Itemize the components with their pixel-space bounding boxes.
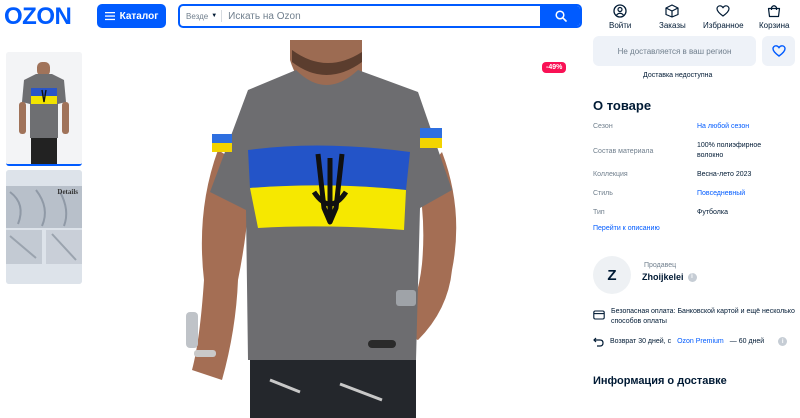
discount-badge: -49% xyxy=(542,62,567,73)
ozon-logo[interactable]: OZON xyxy=(4,3,72,31)
search-input[interactable] xyxy=(228,10,540,22)
spec-value: Футболка xyxy=(697,209,728,216)
thumbnail-2[interactable]: Details xyxy=(6,170,82,284)
nav-orders-label: Заказы xyxy=(659,21,686,30)
spec-key: Состав материала xyxy=(593,148,654,155)
thumbnail-1[interactable] xyxy=(6,52,82,166)
ozon-premium-link[interactable]: Ozon Premium xyxy=(677,338,724,345)
thumbnail-list: Details xyxy=(6,52,82,284)
spec-key: Стиль xyxy=(593,190,613,197)
search-icon xyxy=(555,10,567,22)
info-icon[interactable]: i xyxy=(778,337,788,346)
return-policy: Возврат 30 дней, с Ozon Premium — 60 дне… xyxy=(593,336,800,347)
heart-icon xyxy=(716,5,730,17)
seller-avatar[interactable]: Z xyxy=(593,256,631,294)
nav-login[interactable]: Войти xyxy=(609,4,631,30)
product-main-image[interactable] xyxy=(100,40,580,418)
search-scope-label: Везде xyxy=(186,11,209,21)
nav-cart[interactable]: Корзина xyxy=(759,4,789,30)
seller-label: Продавец xyxy=(644,262,677,269)
catalog-button[interactable]: Каталог xyxy=(97,4,166,28)
return-text-prefix: Возврат 30 дней, с xyxy=(610,338,672,345)
seller-name-row: Zhoijkelei i xyxy=(642,272,697,282)
return-text-suffix: — 60 дней xyxy=(729,338,765,345)
details-label: Details xyxy=(57,188,78,196)
info-icon[interactable]: i xyxy=(687,272,697,282)
nav-login-label: Войти xyxy=(609,21,632,30)
search-button[interactable] xyxy=(540,6,580,26)
card-icon xyxy=(593,310,605,320)
nav-cart-label: Корзина xyxy=(759,21,790,30)
spec-value-link[interactable]: Повседневный xyxy=(697,189,783,199)
not-delivered-button[interactable]: Не доставляется в ваш регион xyxy=(593,36,756,66)
product-info-panel: Не доставляется в ваш регион Доставка не… xyxy=(593,36,800,387)
spec-row: Коллекция Весна-лето 2023 xyxy=(593,170,783,180)
user-icon xyxy=(613,4,627,18)
box-icon xyxy=(665,4,679,18)
nav-favorites-label: Избранное xyxy=(703,21,744,30)
spec-row: Состав материала 100% полиэфирное волокн… xyxy=(593,141,783,161)
nav-favorites[interactable]: Избранное xyxy=(703,4,744,30)
catalog-label: Каталог xyxy=(119,10,159,22)
delivery-unavailable-text: Доставка недоступна xyxy=(643,72,713,79)
add-to-favorites-button[interactable] xyxy=(762,36,795,66)
search-bar: Везде ▼ xyxy=(178,4,582,28)
return-icon xyxy=(593,337,604,347)
thumbnail-tshirt-image xyxy=(6,52,82,164)
spec-row: Тип Футболка xyxy=(593,208,783,218)
heart-icon xyxy=(771,45,786,57)
spec-key: Коллекция xyxy=(593,171,628,178)
cart-icon xyxy=(768,5,781,18)
chevron-down-icon: ▼ xyxy=(211,13,218,19)
seller-block: Z Продавец Zhoijkelei i xyxy=(593,256,800,294)
safe-payment: Безопасная оплата: Банковской картой и е… xyxy=(593,307,800,327)
spec-row: Стиль Повседневный xyxy=(593,189,783,199)
spec-value: 100% полиэфирное волокно xyxy=(697,142,762,159)
search-scope-select[interactable]: Везде ▼ xyxy=(180,12,221,21)
spec-key: Тип xyxy=(593,209,605,216)
spec-key: Сезон xyxy=(593,123,613,130)
seller-name[interactable]: Zhoijkelei xyxy=(642,272,684,282)
spec-value: Весна-лето 2023 xyxy=(697,171,752,178)
go-to-description-link[interactable]: Перейти к описанию xyxy=(593,225,800,232)
safe-payment-text: Безопасная оплата: Банковской картой и е… xyxy=(611,308,795,325)
seller-info: Продавец Zhoijkelei i xyxy=(642,262,697,282)
product-photo xyxy=(100,40,580,418)
about-title: О товаре xyxy=(593,98,652,113)
spec-list: Сезон На любой сезон Состав материала 10… xyxy=(593,122,783,218)
search-divider xyxy=(221,10,223,22)
purchase-row: Не доставляется в ваш регион xyxy=(593,36,800,66)
spec-row: Сезон На любой сезон xyxy=(593,122,783,132)
header: OZON Каталог Везде ▼ Войти xyxy=(0,0,800,34)
spec-value-link[interactable]: На любой сезон xyxy=(697,122,783,132)
delivery-info-title: Информация о доставке xyxy=(593,375,727,387)
menu-icon xyxy=(104,12,115,21)
nav-orders[interactable]: Заказы xyxy=(659,4,686,30)
